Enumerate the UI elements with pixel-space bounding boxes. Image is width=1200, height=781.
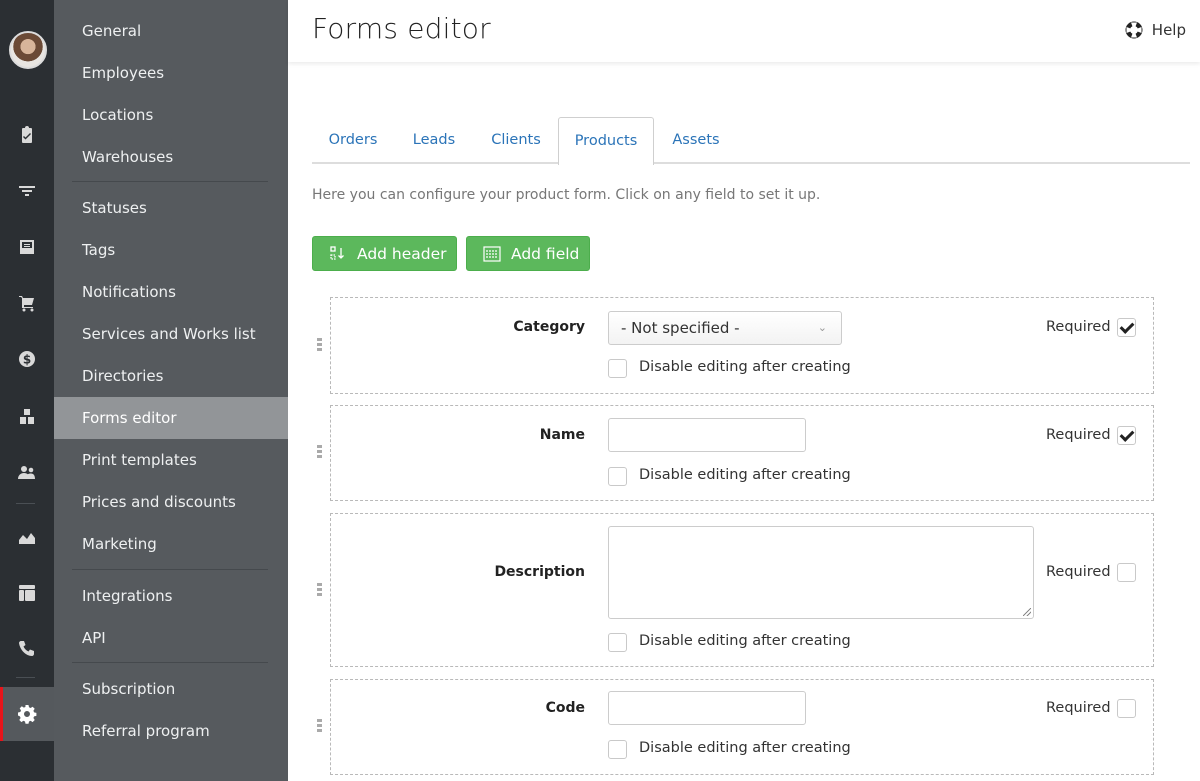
help-label: Help bbox=[1151, 21, 1186, 39]
required-label: Required bbox=[1046, 700, 1111, 716]
nav-item-prices-and-discounts[interactable]: Prices and discounts bbox=[54, 481, 288, 523]
nav-item-notifications[interactable]: Notifications bbox=[54, 271, 288, 313]
nav-item-general[interactable]: General bbox=[54, 10, 288, 52]
nav-item-tags[interactable]: Tags bbox=[54, 229, 288, 271]
dollar-icon[interactable]: $ bbox=[0, 339, 54, 379]
cart-icon[interactable] bbox=[0, 283, 54, 323]
disable-editing-checkbox[interactable] bbox=[608, 740, 627, 759]
form-field-code[interactable]: Code Disable editing after creating Requ… bbox=[317, 679, 1154, 775]
required-label: Required bbox=[1046, 564, 1111, 580]
disable-editing-label: Disable editing after creating bbox=[639, 633, 851, 649]
drag-handle-icon[interactable] bbox=[317, 719, 323, 733]
main-content: Forms editor Help Orders Leads Clients P… bbox=[288, 0, 1200, 781]
nav-item-api[interactable]: API bbox=[54, 617, 288, 659]
disable-editing-label: Disable editing after creating bbox=[639, 359, 851, 375]
nav-item-warehouses[interactable]: Warehouses bbox=[54, 136, 288, 178]
funnel-icon[interactable] bbox=[0, 171, 54, 211]
form-tabs: Orders Leads Clients Products Assets bbox=[312, 117, 1190, 165]
required-checkbox[interactable] bbox=[1117, 426, 1136, 445]
rail-item-settings[interactable] bbox=[0, 687, 54, 741]
add-field-button[interactable]: Add field bbox=[466, 236, 590, 271]
nav-item-services-and-works[interactable]: Services and Works list bbox=[54, 313, 288, 355]
nav-item-directories[interactable]: Directories bbox=[54, 355, 288, 397]
boxes-icon[interactable] bbox=[0, 397, 54, 437]
avatar[interactable] bbox=[9, 31, 47, 69]
add-field-icon bbox=[483, 245, 501, 262]
chart-area-icon[interactable] bbox=[0, 517, 54, 557]
add-header-button[interactable]: Add header bbox=[312, 236, 457, 271]
disable-editing-checkbox[interactable] bbox=[608, 359, 627, 378]
svg-text:$: $ bbox=[23, 353, 31, 367]
field-label: Name bbox=[539, 427, 585, 443]
field-label: Description bbox=[494, 564, 585, 580]
nav-item-locations[interactable]: Locations bbox=[54, 94, 288, 136]
nav-item-marketing[interactable]: Marketing bbox=[54, 523, 288, 565]
drag-handle-icon[interactable] bbox=[317, 445, 323, 459]
disable-editing-label: Disable editing after creating bbox=[639, 467, 851, 483]
users-icon[interactable] bbox=[0, 452, 54, 492]
form-field-category[interactable]: Category - Not specified - ⌄ Disable edi… bbox=[317, 297, 1154, 394]
required-checkbox[interactable] bbox=[1117, 318, 1136, 337]
required-checkbox[interactable] bbox=[1117, 563, 1136, 582]
description-textarea[interactable] bbox=[608, 526, 1034, 619]
required-label: Required bbox=[1046, 319, 1111, 335]
add-header-label: Add header bbox=[357, 244, 447, 263]
tab-leads[interactable]: Leads bbox=[394, 117, 474, 164]
inbox-icon[interactable] bbox=[0, 227, 54, 267]
disable-editing-checkbox[interactable] bbox=[608, 633, 627, 652]
form-description: Here you can configure your product form… bbox=[312, 187, 821, 203]
disable-editing-checkbox[interactable] bbox=[608, 467, 627, 486]
icon-rail: $ bbox=[0, 0, 54, 781]
add-header-icon bbox=[330, 245, 344, 260]
drag-handle-icon[interactable] bbox=[317, 583, 323, 597]
lifebuoy-icon bbox=[1125, 21, 1143, 39]
nav-divider bbox=[72, 662, 268, 663]
gear-icon bbox=[18, 705, 37, 724]
code-input[interactable] bbox=[608, 691, 806, 725]
top-bar: Forms editor Help bbox=[288, 0, 1200, 62]
help-button[interactable]: Help bbox=[1124, 20, 1186, 40]
add-field-label: Add field bbox=[511, 244, 580, 263]
nav-item-statuses[interactable]: Statuses bbox=[54, 187, 288, 229]
nav-item-print-templates[interactable]: Print templates bbox=[54, 439, 288, 481]
tab-orders[interactable]: Orders bbox=[312, 117, 394, 164]
nav-item-employees[interactable]: Employees bbox=[54, 52, 288, 94]
settings-nav: General Employees Locations Warehouses S… bbox=[54, 0, 288, 781]
form-field-description[interactable]: Description Disable editing after creati… bbox=[317, 513, 1154, 667]
clipboard-check-icon[interactable] bbox=[0, 115, 54, 155]
page-title: Forms editor bbox=[312, 12, 491, 45]
field-label: Code bbox=[545, 700, 585, 716]
rail-divider bbox=[16, 677, 35, 678]
nav-divider bbox=[72, 569, 268, 570]
required-label: Required bbox=[1046, 427, 1111, 443]
nav-divider bbox=[72, 181, 268, 182]
table-icon[interactable] bbox=[0, 573, 54, 613]
disable-editing-label: Disable editing after creating bbox=[639, 740, 851, 756]
drag-handle-icon[interactable] bbox=[317, 338, 323, 352]
chevron-down-icon: ⌄ bbox=[817, 321, 827, 334]
name-input[interactable] bbox=[608, 418, 806, 452]
resize-handle-icon[interactable] bbox=[1023, 608, 1031, 616]
nav-item-referral-program[interactable]: Referral program bbox=[54, 710, 288, 752]
category-select[interactable]: - Not specified - ⌄ bbox=[608, 311, 842, 345]
tab-assets[interactable]: Assets bbox=[654, 117, 738, 164]
tab-clients[interactable]: Clients bbox=[474, 117, 558, 164]
field-label: Category bbox=[513, 319, 585, 335]
select-value: - Not specified - bbox=[621, 319, 740, 337]
rail-divider bbox=[16, 503, 35, 504]
nav-item-integrations[interactable]: Integrations bbox=[54, 575, 288, 617]
nav-item-forms-editor[interactable]: Forms editor bbox=[54, 397, 288, 439]
form-field-name[interactable]: Name Disable editing after creating Requ… bbox=[317, 405, 1154, 501]
tab-products[interactable]: Products bbox=[558, 117, 654, 165]
nav-item-subscription[interactable]: Subscription bbox=[54, 668, 288, 710]
phone-icon[interactable] bbox=[0, 629, 54, 669]
required-checkbox[interactable] bbox=[1117, 699, 1136, 718]
